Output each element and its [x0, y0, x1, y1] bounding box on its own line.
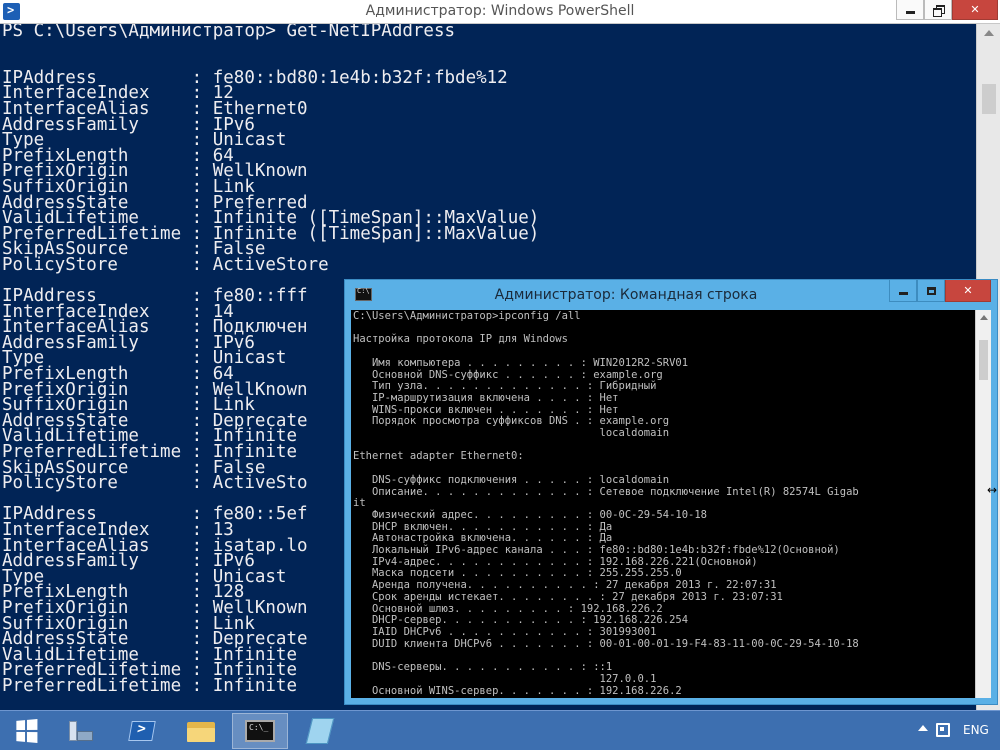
- maximize-icon: [926, 286, 936, 295]
- cmd-scrollbar[interactable]: [975, 310, 991, 698]
- powershell-close-button[interactable]: ✕: [952, 0, 998, 20]
- cmd-minimize-button[interactable]: [889, 280, 917, 302]
- scrollbar-thumb[interactable]: [982, 84, 996, 114]
- action-center-flag-icon[interactable]: [936, 723, 950, 737]
- cmd-console[interactable]: C:\Users\Администратор>ipconfig /all Нас…: [351, 310, 977, 698]
- taskbar-command-prompt[interactable]: [232, 713, 288, 749]
- cmd-output: C:\Users\Администратор>ipconfig /all Нас…: [353, 310, 859, 697]
- powershell-icon: [128, 721, 156, 741]
- taskbar-powershell[interactable]: [114, 713, 170, 749]
- windows-logo-icon: [16, 718, 38, 744]
- folder-icon: [187, 720, 215, 742]
- minimize-icon: [905, 11, 915, 14]
- taskbar-notepad[interactable]: [292, 713, 348, 749]
- start-button[interactable]: [2, 713, 50, 749]
- cmd-window[interactable]: Администратор: Командная строка ✕ C:\Use…: [344, 279, 998, 705]
- powershell-titlebar[interactable]: Администратор: Windows PowerShell ✕: [0, 0, 1000, 24]
- show-hidden-icons-button[interactable]: [918, 725, 928, 731]
- minimize-icon: [898, 292, 908, 295]
- taskbar-server-manager[interactable]: [52, 713, 108, 749]
- server-manager-icon: [67, 719, 93, 743]
- cmd-maximize-button[interactable]: [917, 280, 945, 302]
- scroll-up-arrow-icon[interactable]: [980, 315, 988, 320]
- close-icon: ✕: [963, 284, 973, 297]
- restore-icon: [932, 4, 945, 17]
- cmd-close-button[interactable]: ✕: [945, 280, 991, 302]
- close-icon: ✕: [970, 3, 980, 16]
- powershell-minimize-button[interactable]: [896, 0, 924, 20]
- cmd-title: Администратор: Командная строка: [494, 287, 758, 303]
- powershell-title: Администратор: Windows PowerShell: [365, 3, 635, 19]
- cmd-titlebar[interactable]: Администратор: Командная строка ✕: [345, 280, 997, 310]
- taskbar: ENG: [0, 710, 1000, 750]
- notepad-icon: [305, 718, 335, 744]
- taskbar-file-explorer[interactable]: [173, 713, 229, 749]
- scrollbar-thumb[interactable]: [979, 340, 988, 380]
- cmd-icon: [245, 720, 275, 742]
- powershell-restore-button[interactable]: [924, 0, 952, 20]
- scroll-up-arrow-icon[interactable]: [984, 30, 994, 36]
- resize-cursor-icon: ↔: [987, 483, 998, 497]
- input-language-indicator[interactable]: ENG: [963, 723, 989, 737]
